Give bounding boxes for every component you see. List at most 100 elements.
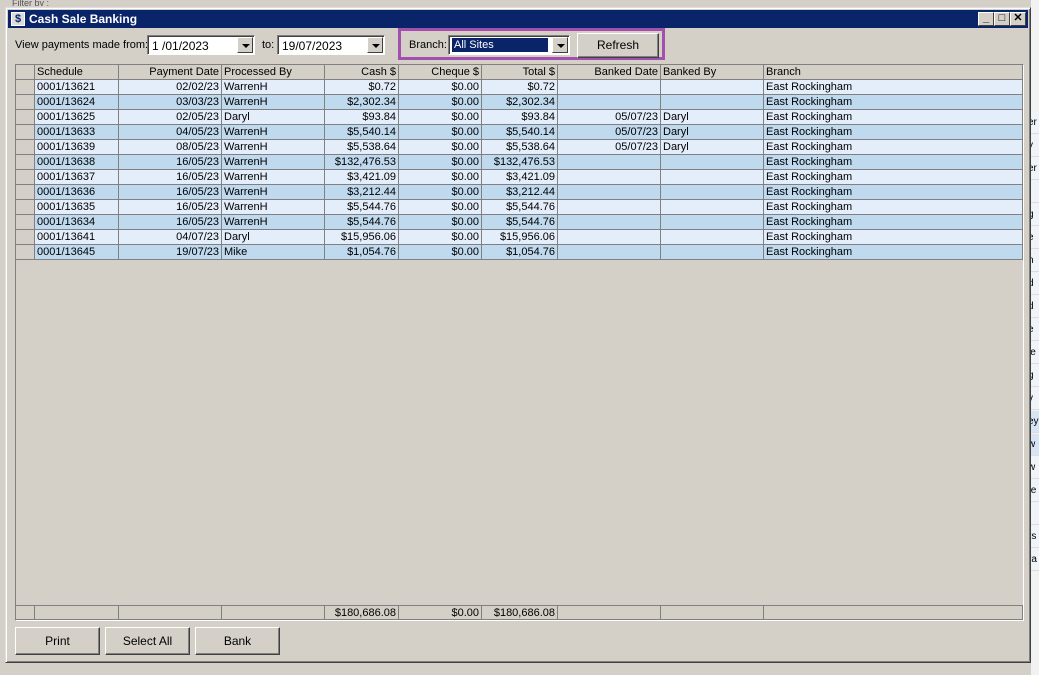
grid-cell: 0001/13621 [35, 80, 119, 94]
table-row[interactable]: 0001/13624 03/03/23 WarrenH $2,302.34 $0.00 $… [16, 95, 1023, 110]
row-indicator[interactable] [16, 95, 35, 109]
background-row: te [1031, 480, 1039, 502]
background-row-text: w [1031, 457, 1039, 478]
row-indicator[interactable] [16, 110, 35, 124]
table-row[interactable]: 0001/13639 08/05/23 WarrenH $5,538.64 $0.00 $… [16, 140, 1023, 155]
background-row-text: n [1031, 250, 1039, 271]
table-row[interactable]: 0001/13625 02/05/23 Daryl $93.84 $0.00 $93.84… [16, 110, 1023, 125]
row-indicator[interactable] [16, 65, 35, 79]
grid-cell: $0.72 [325, 80, 399, 94]
chevron-down-icon[interactable] [552, 37, 568, 53]
grid-cell: Daryl [661, 125, 764, 139]
bank-button[interactable]: Bank [195, 627, 280, 655]
background-row-text: d [1031, 273, 1039, 294]
row-indicator[interactable] [16, 230, 35, 244]
background-row [1031, 503, 1039, 525]
row-indicator[interactable] [16, 140, 35, 154]
background-row-text: g [1031, 204, 1039, 225]
background-row-text: e [1031, 227, 1039, 248]
background-row: w [1031, 457, 1039, 479]
to-date-picker[interactable]: 19/07/2023 [277, 35, 385, 55]
table-row[interactable]: 0001/13645 19/07/23 Mike $1,054.76 $0.00 $1,0… [16, 245, 1023, 260]
grid-cell: $2,302.34 [325, 95, 399, 109]
grid-cell: $5,544.76 [325, 215, 399, 229]
print-button[interactable]: Print [15, 627, 100, 655]
maximize-icon: □ [998, 12, 1006, 24]
row-indicator[interactable] [16, 170, 35, 184]
background-row: g [1031, 204, 1039, 226]
grid-cell: Daryl [222, 110, 325, 124]
column-header: Cheque $ [399, 65, 482, 79]
grid-cell: 16/05/23 [119, 200, 222, 214]
grid-cell: $5,544.76 [482, 215, 558, 229]
grid-cell: 0001/13636 [35, 185, 119, 199]
grid-cell [661, 80, 764, 94]
chevron-down-icon[interactable] [367, 37, 383, 53]
maximize-button[interactable]: □ [994, 12, 1010, 26]
background-row-text: g [1031, 365, 1039, 386]
grid-cell: WarrenH [222, 215, 325, 229]
table-row[interactable]: 0001/13621 02/02/23 WarrenH $0.72 $0.00 $0.72… [16, 80, 1023, 95]
row-indicator[interactable] [16, 185, 35, 199]
background-row: d [1031, 296, 1039, 318]
grid-cell: $0.00 [399, 95, 482, 109]
grid-cell: $0.00 [399, 140, 482, 154]
table-row[interactable]: 0001/13636 16/05/23 WarrenH $3,212.44 $0.00 $… [16, 185, 1023, 200]
grid-cell: 0001/13637 [35, 170, 119, 184]
row-indicator[interactable] [16, 215, 35, 229]
table-row[interactable]: 0001/13641 04/07/23 Daryl $15,956.06 $0.00 $1… [16, 230, 1023, 245]
title-bar[interactable]: $ Cash Sale Banking _ □ ✕ [8, 10, 1028, 28]
row-indicator[interactable] [16, 80, 35, 94]
row-indicator[interactable] [16, 155, 35, 169]
grid-cell [661, 170, 764, 184]
grid-cell: 0001/13641 [35, 230, 119, 244]
grid-cell: 0001/13624 [35, 95, 119, 109]
from-date-value: 1 /01/2023 [152, 39, 209, 53]
grid-cell: 03/03/23 [119, 95, 222, 109]
row-indicator[interactable] [16, 125, 35, 139]
chevron-down-icon[interactable] [237, 37, 253, 53]
column-header: Branch [764, 65, 1023, 79]
table-row[interactable]: 0001/13635 16/05/23 WarrenH $5,544.76 $0.00 $… [16, 200, 1023, 215]
grid-cell: 0001/13625 [35, 110, 119, 124]
background-row: ra [1031, 549, 1039, 571]
select-all-button[interactable]: Select All [105, 627, 190, 655]
row-indicator[interactable] [16, 245, 35, 259]
grid-totals-row: $180,686.08 $0.00 $180,686.08 [16, 605, 1023, 620]
grid-cell: $0.00 [399, 80, 482, 94]
grid-cell: 0001/13639 [35, 140, 119, 154]
branch-select[interactable]: All Sites [448, 35, 570, 55]
grid-cell [558, 170, 661, 184]
grid-cell: $0.00 [399, 215, 482, 229]
from-date-picker[interactable]: 1 /01/2023 [147, 35, 255, 55]
grid-cell: $15,956.06 [325, 230, 399, 244]
background-row: e [1031, 319, 1039, 341]
grid-cell: 05/07/23 [558, 110, 661, 124]
grid-cell: East Rockingham [764, 125, 1023, 139]
table-row[interactable]: 0001/13638 16/05/23 WarrenH $132,476.53 $0.0… [16, 155, 1023, 170]
column-header: Total $ [482, 65, 558, 79]
close-button[interactable]: ✕ [1010, 12, 1026, 26]
grid-cell: $3,212.44 [482, 185, 558, 199]
minimize-button[interactable]: _ [978, 12, 994, 26]
background-row: n [1031, 250, 1039, 272]
row-indicator[interactable] [16, 606, 35, 619]
grid-cell: $1,054.76 [482, 245, 558, 259]
grid-cell: $0.00 [399, 185, 482, 199]
to-date-value: 19/07/2023 [282, 39, 343, 53]
app-window-icon[interactable]: $ [11, 12, 25, 26]
grid-cell: $5,540.14 [482, 125, 558, 139]
grid-cell: 0001/13633 [35, 125, 119, 139]
grid-cell: $5,544.76 [325, 200, 399, 214]
table-row[interactable]: 0001/13634 16/05/23 WarrenH $5,544.76 $0.00 $… [16, 215, 1023, 230]
background-row-text: w [1031, 434, 1039, 455]
background-row: v [1031, 388, 1039, 410]
table-row[interactable]: 0001/13633 04/05/23 WarrenH $5,540.14 $0.00 $… [16, 125, 1023, 140]
table-row[interactable]: 0001/13637 16/05/23 WarrenH $3,421.09 $0.00 $… [16, 170, 1023, 185]
payments-grid[interactable]: Schedule Payment Date Processed By Cash $ Ch… [15, 64, 1024, 621]
row-indicator[interactable] [16, 200, 35, 214]
background-row: er [1031, 112, 1039, 134]
grid-cell: $3,421.09 [325, 170, 399, 184]
refresh-button[interactable]: Refresh [577, 33, 659, 58]
background-row-text: d [1031, 296, 1039, 317]
